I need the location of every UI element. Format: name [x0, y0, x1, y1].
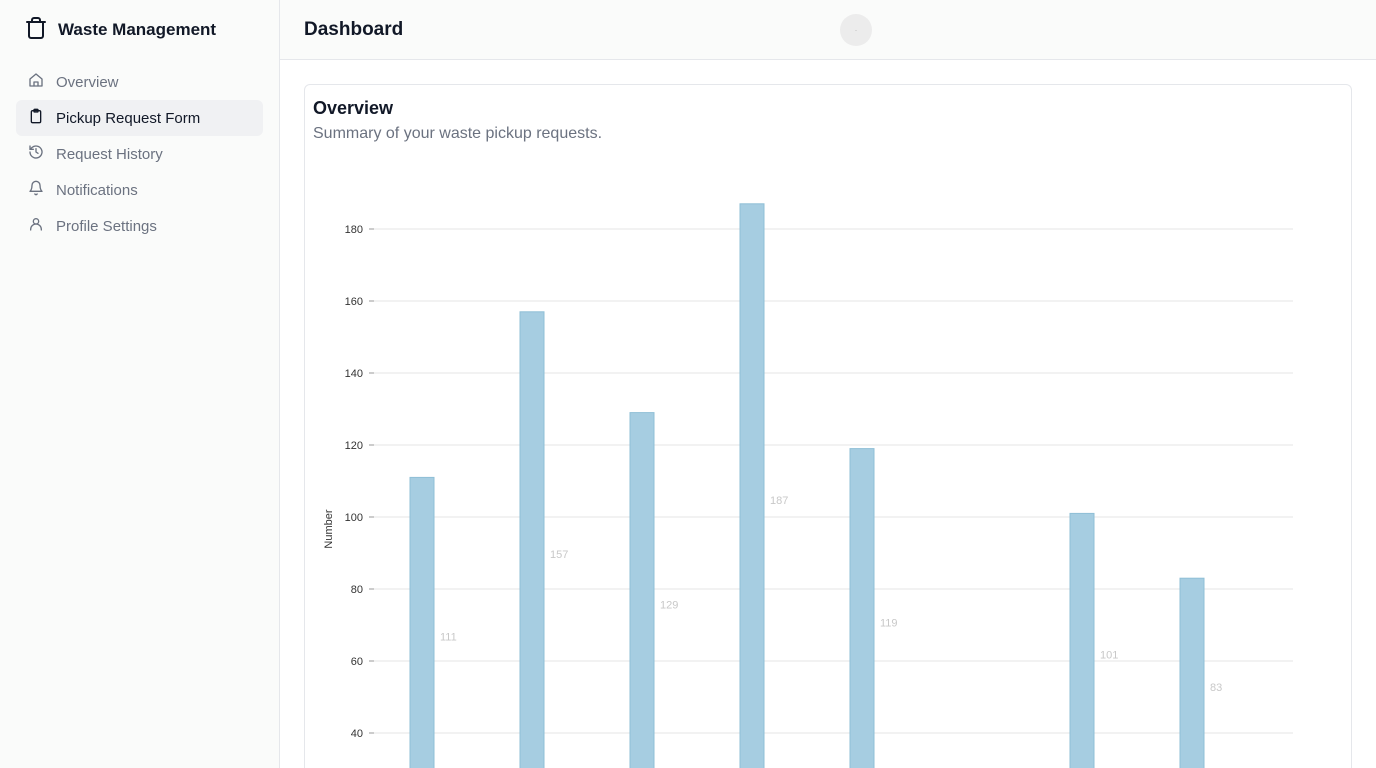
page-title: Dashboard: [304, 18, 404, 40]
sidebar-item-profile-settings[interactable]: Profile Settings: [16, 208, 263, 244]
brand-title: Waste Management: [58, 20, 217, 39]
main-area: Dashboard · Overview Summary of your was…: [280, 0, 1376, 768]
sidebar-item-request-history[interactable]: Request History: [16, 136, 263, 172]
chart-bar: [409, 476, 435, 768]
history-icon: [28, 144, 44, 164]
sidebar: Waste Management Overview Pickup Request…: [0, 0, 280, 768]
y-tick-label: 40: [351, 728, 363, 740]
home-icon: [28, 72, 44, 92]
sidebar-item-overview[interactable]: Overview: [16, 64, 263, 100]
sidebar-nav: Overview Pickup Request Form Request His…: [16, 64, 263, 244]
bar-chart: 40 60 80 100 120 140 160 180 Number 111 157 129 187 1…: [323, 203, 1293, 768]
card-description: Summary of your waste pickup requests.: [313, 125, 603, 142]
content: Overview Summary of your waste pickup re…: [280, 60, 1376, 768]
chart-bar: [519, 311, 545, 768]
bell-icon: [28, 180, 44, 200]
y-tick-label: 180: [345, 224, 363, 236]
sidebar-item-pickup-request-form[interactable]: Pickup Request Form: [16, 100, 263, 136]
y-tick-label: 60: [351, 656, 363, 668]
bar-value-label: 129: [660, 599, 678, 611]
brand[interactable]: Waste Management: [24, 16, 263, 44]
y-tick-label: 140: [345, 368, 363, 380]
overview-card: Overview Summary of your waste pickup re…: [304, 84, 1352, 768]
card-title: Overview: [313, 98, 394, 118]
chart-container: 40 60 80 100 120 140 160 180 Number 111 157 129 187 1…: [313, 144, 1343, 768]
chart-bar: [739, 203, 765, 768]
y-tick-label: 80: [351, 584, 363, 596]
bar-value-label: 119: [880, 617, 898, 629]
chart-bar: [1069, 512, 1095, 768]
chart-bar: [849, 448, 875, 768]
bar-value-label: 83: [1210, 682, 1222, 694]
trash-icon: [24, 16, 48, 45]
bar-value-label: 111: [440, 632, 457, 644]
sidebar-item-notifications[interactable]: Notifications: [16, 172, 263, 208]
y-tick-label: 120: [345, 440, 363, 452]
bar-value-label: 157: [550, 549, 568, 561]
sidebar-item-label: Profile Settings: [56, 217, 157, 235]
y-axis-label: Number: [323, 509, 335, 548]
sidebar-item-label: Notifications: [56, 181, 138, 199]
bar-value-label: 101: [1100, 650, 1118, 662]
topbar: Dashboard ·: [280, 0, 1376, 60]
sidebar-item-label: Overview: [56, 73, 119, 91]
y-tick-label: 100: [345, 512, 363, 524]
user-icon: [28, 216, 44, 236]
y-tick-label: 160: [345, 296, 363, 308]
clipboard-icon: [28, 108, 44, 128]
chart-bar: [1179, 577, 1205, 768]
sidebar-item-label: Pickup Request Form: [56, 109, 201, 127]
avatar-icon[interactable]: ·: [840, 14, 872, 46]
app-root: Waste Management Overview Pickup Request…: [0, 0, 1376, 768]
chart-bar: [629, 412, 655, 768]
sidebar-item-label: Request History: [56, 145, 163, 163]
bar-value-label: 187: [770, 495, 788, 507]
